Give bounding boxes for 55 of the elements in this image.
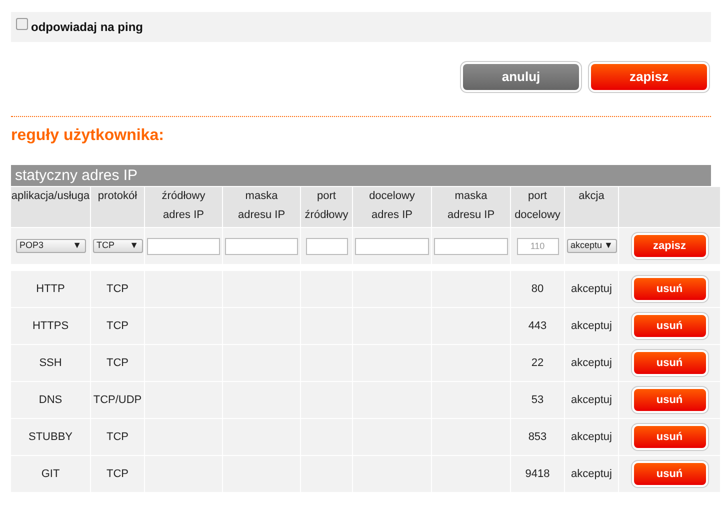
save-button[interactable]: zapisz [634,235,706,257]
table-cell: HTTPS [11,308,90,344]
save-button[interactable]: zapisz [591,64,707,90]
column-header: aplikacja/usługa [11,187,90,227]
input-field[interactable] [355,238,429,254]
ping-checkbox[interactable] [16,18,28,30]
table-cell: 80 [511,271,564,307]
column-header: maska adresu IP [223,187,300,227]
cancel-button[interactable]: anuluj [463,64,579,90]
column-header: źródłowy adres IP [145,187,222,227]
table-cell: 53 [511,382,564,418]
input-field[interactable] [434,238,508,254]
table-cell: akceptuj [565,419,618,455]
column-header: docelowy adres IP [353,187,431,227]
input-field[interactable] [147,238,220,254]
delete-button[interactable]: usuń [634,426,706,448]
table-cell: HTTP [11,271,90,307]
column-header: protokół [91,187,144,227]
application-dropdown[interactable]: POP3 ▼ [16,239,86,253]
table-cell: 853 [511,419,564,455]
delete-button[interactable]: usuń [634,278,706,300]
delete-button[interactable]: usuń [634,463,706,485]
table-cell: GIT [11,456,90,492]
table-cell: akceptuj [565,456,618,492]
port-field[interactable]: 110 [516,238,558,254]
delete-button[interactable]: usuń [634,315,706,337]
table-cell: 443 [511,308,564,344]
column-header: akcja [565,187,618,227]
table-title: statyczny adres IP [11,165,711,186]
table-cell: STUBBY [11,419,90,455]
section-title: reguły użytkownika: [11,126,165,146]
table-cell: akceptuj [565,382,618,418]
protocol-dropdown[interactable]: TCP ▼ [92,239,142,253]
delete-button[interactable]: usuń [634,389,706,411]
ping-label: odpowiadaj na ping [31,19,143,36]
table-cell: 22 [511,345,564,381]
column-header: port źródłowy [301,187,352,227]
table-cell: TCP [91,345,144,381]
table-cell: TCP [91,271,144,307]
table-cell: TCP/UDP [91,382,144,418]
delete-button[interactable]: usuń [634,352,706,374]
action-dropdown[interactable]: akceptu ▼ [566,239,616,253]
table-cell: TCP [91,308,144,344]
input-field[interactable] [306,238,348,254]
table-cell: TCP [91,419,144,455]
table-cell: DNS [11,382,90,418]
input-field[interactable] [225,238,298,254]
table-cell: 9418 [511,456,564,492]
table-cell: akceptuj [565,271,618,307]
column-header: maska adresu IP [432,187,510,227]
table-cell: SSH [11,345,90,381]
table-cell: akceptuj [565,308,618,344]
table-cell: akceptuj [565,345,618,381]
column-header: port docelowy [511,187,564,227]
table-cell: TCP [91,456,144,492]
